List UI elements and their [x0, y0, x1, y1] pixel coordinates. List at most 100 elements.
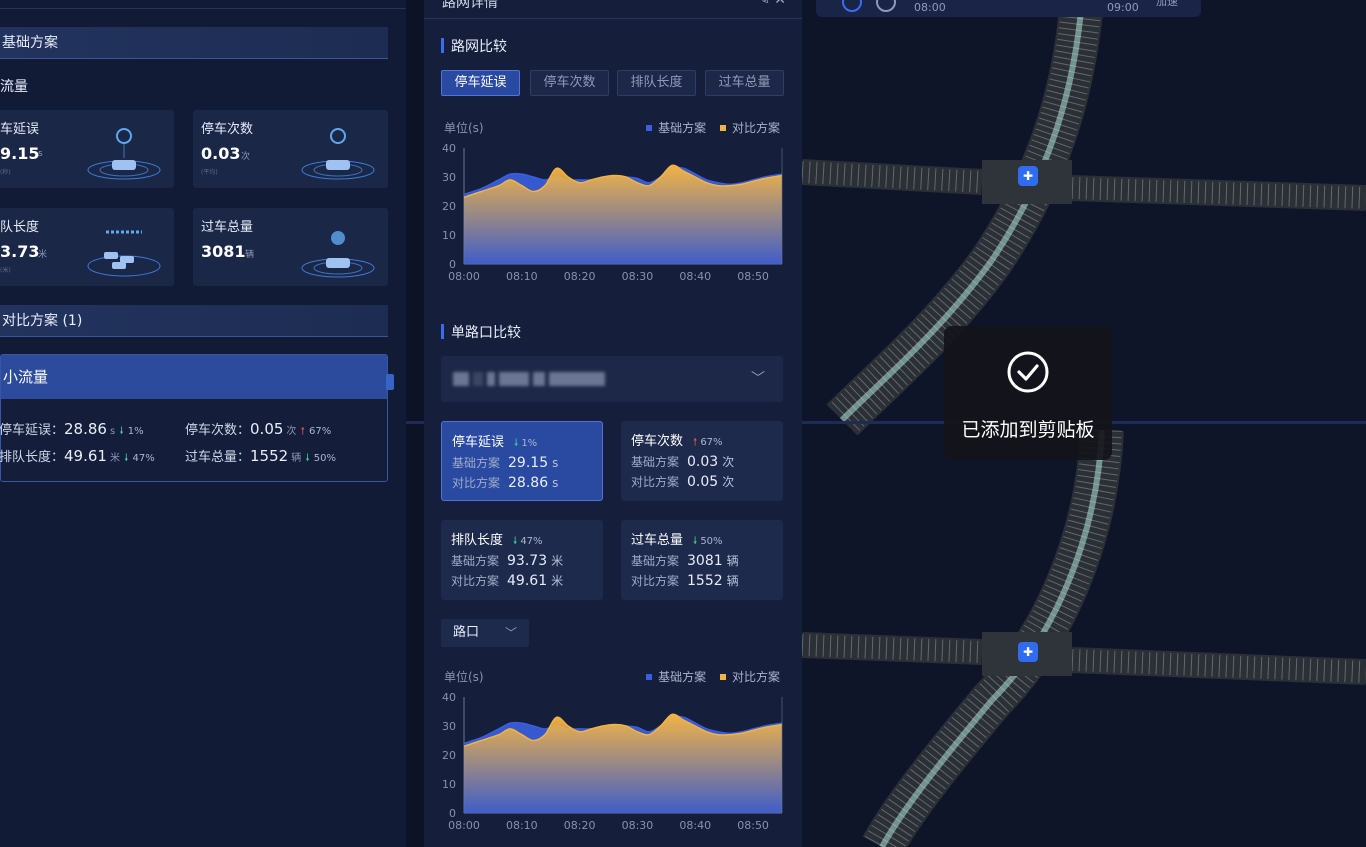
- card-title: 停车次数: [631, 434, 684, 449]
- y-tick-label: 10: [442, 229, 456, 242]
- intersection-marker-icon[interactable]: ✚: [1018, 166, 1038, 186]
- panel-header-icons[interactable]: ✎ ✕: [758, 0, 786, 8]
- compare-card-stop-delay[interactable]: 停车延误 🠗 1% 基础方案 29.15 s 对比方案 28.86 s: [441, 421, 603, 501]
- metric-card-volume: 过车总量 3081 辆: [193, 208, 388, 286]
- single-junction-title: 单路口比较: [441, 322, 521, 342]
- chart-legend: 基础方案 对比方案: [636, 119, 780, 136]
- trend-down-icon: 🠗: [513, 536, 518, 547]
- metric-value: 3081: [201, 242, 246, 261]
- plan-metric-label: 排队长度：: [0, 450, 65, 465]
- y-tick-label: 20: [442, 749, 456, 762]
- metric-tiny: (秒): [0, 169, 11, 176]
- car-illustration-icon: [301, 231, 375, 278]
- tab-stop-delay[interactable]: 停车延误: [441, 70, 520, 96]
- junction-area-chart[interactable]: 01020304008:00 08:10 08:20 08:30 08:40 08:50: [424, 689, 802, 839]
- play-button[interactable]: [842, 0, 862, 12]
- y-tick-label: 30: [442, 720, 456, 733]
- card-base-label: 基础方案: [631, 554, 680, 568]
- junction-dropdown[interactable]: ﹀: [441, 356, 783, 402]
- metric-label: 车延误: [0, 122, 40, 137]
- metric-value: 3.73: [0, 242, 40, 261]
- timeline-speed[interactable]: 加速: [1156, 0, 1178, 9]
- trend-down-icon: 🠗: [693, 536, 698, 547]
- card-pct: 47%: [520, 536, 543, 547]
- card-compare-unit: s: [552, 476, 559, 490]
- legend-base: 基础方案: [658, 670, 707, 684]
- intersection-marker-icon[interactable]: ✚: [1018, 642, 1038, 662]
- metric-card-delay: 车延误 9.15 s (秒): [0, 110, 174, 188]
- tab-total-volume[interactable]: 过车总量: [705, 70, 784, 96]
- card-compare-label: 对比方案: [631, 574, 680, 588]
- plan-metric-pct: 67%: [309, 426, 332, 437]
- tab-stop-count[interactable]: 停车次数: [530, 70, 609, 96]
- card-base-value: 29.15: [508, 455, 549, 471]
- trend-down-icon: 🠗: [124, 453, 129, 464]
- y-tick-label: 40: [442, 142, 456, 155]
- plan-metric-unit: 米: [109, 453, 120, 464]
- card-base-unit: 辆: [726, 554, 739, 568]
- plan-card-drag-handle[interactable]: [386, 374, 394, 390]
- plan-metric-value: 0.05: [250, 420, 284, 438]
- card-compare-value: 28.86: [508, 475, 549, 491]
- compare-plan-card[interactable]: 小流量 停车延误：28.86 s 🠗 1% 停车次数：0.05 次 🠕 67% 排队…: [0, 354, 388, 482]
- compare-card-total-volume[interactable]: 过车总量 🠗 50% 基础方案 3081 辆 对比方案 1552 辆: [621, 520, 783, 600]
- speed-icon[interactable]: [876, 0, 896, 12]
- legend-swatch-base: [646, 674, 653, 680]
- x-tick-label: 08:40: [679, 270, 711, 283]
- legend-swatch-base: [646, 125, 653, 131]
- metric-label: 停车次数: [201, 122, 254, 137]
- x-tick-label: 08:20: [564, 819, 596, 832]
- plan-metric-pct: 47%: [132, 453, 155, 464]
- plan-metric-value: 49.61: [64, 447, 107, 465]
- card-base-unit: 米: [551, 554, 564, 568]
- compare-card-stop-count[interactable]: 停车次数 🠕 67% 基础方案 0.03 次 对比方案 0.05 次: [621, 421, 783, 501]
- metric-label: 过车总量: [201, 220, 254, 235]
- card-base-value: 0.03: [687, 454, 719, 470]
- tab-queue-length[interactable]: 排队长度: [617, 70, 696, 96]
- car-illustration-icon: [87, 128, 161, 180]
- x-tick-label: 08:50: [737, 819, 769, 832]
- x-tick-label: 08:20: [564, 270, 596, 283]
- timeline-start: 08:00: [914, 1, 946, 14]
- network-compare-title: 路网比较: [441, 36, 507, 56]
- toast-message: 已添加到剪贴板: [961, 419, 1095, 441]
- network-area-chart[interactable]: 01020304008:00 08:10 08:20 08:30 08:40 08:50: [424, 140, 802, 290]
- card-base-label: 基础方案: [631, 455, 680, 469]
- plan-metric-unit: 次: [286, 426, 297, 437]
- x-tick-label: 08:30: [622, 819, 654, 832]
- chart-unit-label: 单位(s): [444, 670, 484, 684]
- junction-name-redacted: [453, 371, 653, 387]
- base-plan-title: 基础方案: [2, 35, 58, 51]
- legend-swatch-compare: [719, 674, 726, 680]
- trend-up-icon: 🠕: [300, 426, 305, 437]
- metric-unit: s: [38, 149, 43, 159]
- x-tick-label: 08:00: [448, 819, 480, 832]
- card-title: 停车延误: [452, 435, 505, 450]
- plan-metric: 停车延误：28.86 s 🠗 1%: [0, 419, 144, 441]
- card-title: 过车总量: [631, 533, 684, 548]
- card-compare-value: 1552: [687, 573, 723, 589]
- card-base-value: 93.73: [507, 553, 548, 569]
- chevron-down-icon: ﹀: [504, 626, 517, 640]
- queue-illustration-icon: [87, 230, 161, 277]
- trend-down-icon: 🠗: [514, 438, 519, 449]
- plan-card-header[interactable]: 小流量: [1, 355, 387, 399]
- trend-down-icon: 🠗: [305, 453, 310, 464]
- metric-label: 队长度: [0, 220, 40, 235]
- junction-type-select[interactable]: 路口 ﹀: [441, 619, 529, 647]
- card-base-label: 基础方案: [451, 554, 500, 568]
- base-plan-header: 基础方案: [0, 27, 388, 59]
- metric-card-stops: 停车次数 0.03 次 (平均): [193, 110, 388, 188]
- chart-unit-label: 单位(s): [444, 121, 484, 135]
- card-compare-label: 对比方案: [451, 574, 500, 588]
- card-compare-value: 49.61: [507, 573, 548, 589]
- metric-tiny: (米): [0, 267, 11, 274]
- x-tick-label: 08:40: [679, 819, 711, 832]
- compare-card-queue-length[interactable]: 排队长度 🠗 47% 基础方案 93.73 米 对比方案 49.61 米: [441, 520, 603, 600]
- panel-title: 路网详情: [442, 0, 498, 11]
- timeline-bar[interactable]: 08:00 09:00 加速: [816, 0, 1201, 17]
- legend-compare: 对比方案: [731, 670, 780, 684]
- plan-metric-pct: 50%: [313, 453, 337, 464]
- plan-metric-unit: 辆: [291, 453, 302, 464]
- y-tick-label: 20: [442, 200, 456, 213]
